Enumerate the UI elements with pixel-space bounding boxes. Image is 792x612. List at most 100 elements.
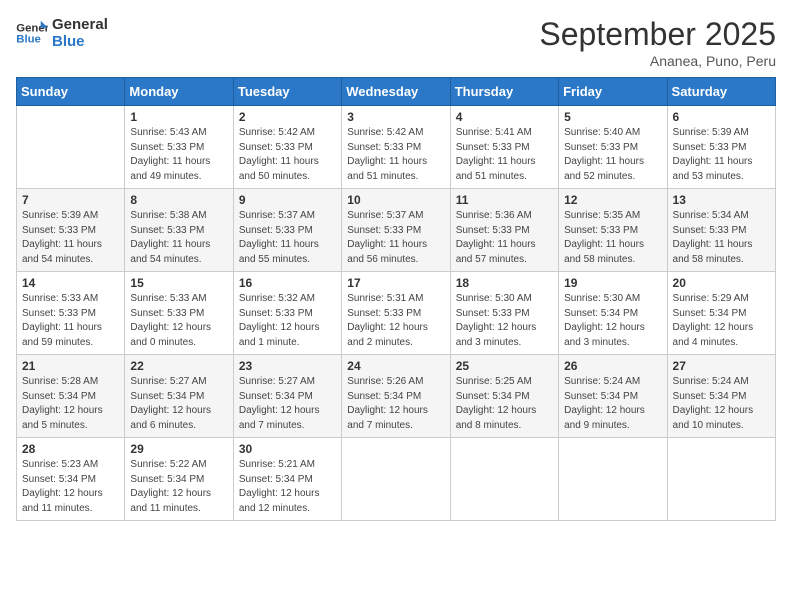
calendar-cell xyxy=(17,106,125,189)
calendar-cell: 14Sunrise: 5:33 AMSunset: 5:33 PMDayligh… xyxy=(17,272,125,355)
calendar-cell: 2 Sunrise: 5:42 AMSunset: 5:33 PMDaylight… xyxy=(233,106,341,189)
calendar-cell: 28 Sunrise: 5:23 AMSunset: 5:34 PMDayligh… xyxy=(17,438,125,521)
day-info: Sunrise: 5:30 AMSunset: 5:34 PMDaylight:… xyxy=(564,292,661,350)
week-row-3: 14Sunrise: 5:33 AMSunset: 5:33 PMDayligh… xyxy=(17,272,776,355)
day-info: Sunrise: 5:39 AMSunset: 5:33 PMDaylight:… xyxy=(673,126,770,184)
week-row-1: 1Sunrise: 5:43 AMSunset: 5:33 PMDaylight… xyxy=(17,106,776,189)
day-number: 3 xyxy=(347,110,444,124)
day-number: 19 xyxy=(564,276,661,290)
day-info: Sunrise: 5:23 AMSunset: 5:34 PMDaylight:… xyxy=(22,458,119,516)
day-number: 4 xyxy=(456,110,553,124)
calendar-cell: 29 Sunrise: 5:22 AMSunset: 5:34 PMDayligh… xyxy=(125,438,233,521)
day-info: Sunrise: 5:29 AMSunset: 5:34 PMDaylight:… xyxy=(673,292,770,350)
page-header: General Blue General Blue September 2025… xyxy=(16,16,776,69)
day-number: 29 xyxy=(130,442,227,456)
day-number: 2 xyxy=(239,110,336,124)
location: Ananea, Puno, Peru xyxy=(539,53,776,69)
day-number: 18 xyxy=(456,276,553,290)
day-number: 28 xyxy=(22,442,119,456)
calendar-cell: 19 Sunrise: 5:30 AMSunset: 5:34 PMDayligh… xyxy=(559,272,667,355)
day-info: Sunrise: 5:37 AMSunset: 5:33 PMDaylight:… xyxy=(347,209,444,267)
weekday-header-saturday: Saturday xyxy=(667,78,775,106)
weekday-header-wednesday: Wednesday xyxy=(342,78,450,106)
calendar-cell: 7 Sunrise: 5:39 AMSunset: 5:33 PMDaylight… xyxy=(17,189,125,272)
week-row-2: 7 Sunrise: 5:39 AMSunset: 5:33 PMDaylight… xyxy=(17,189,776,272)
logo-blue-text: Blue xyxy=(52,33,108,50)
day-info: Sunrise: 5:28 AMSunset: 5:34 PMDaylight:… xyxy=(22,375,119,433)
logo-icon: General Blue xyxy=(16,19,48,47)
calendar-cell: 17 Sunrise: 5:31 AMSunset: 5:33 PMDayligh… xyxy=(342,272,450,355)
day-number: 26 xyxy=(564,359,661,373)
calendar-cell: 24 Sunrise: 5:26 AMSunset: 5:34 PMDayligh… xyxy=(342,355,450,438)
day-info: Sunrise: 5:36 AMSunset: 5:33 PMDaylight:… xyxy=(456,209,553,267)
calendar-cell: 3Sunrise: 5:42 AMSunset: 5:33 PMDaylight… xyxy=(342,106,450,189)
weekday-header-sunday: Sunday xyxy=(17,78,125,106)
calendar-table: SundayMondayTuesdayWednesdayThursdayFrid… xyxy=(16,77,776,521)
calendar-cell: 13Sunrise: 5:34 AMSunset: 5:33 PMDayligh… xyxy=(667,189,775,272)
day-number: 16 xyxy=(239,276,336,290)
calendar-cell: 12 Sunrise: 5:35 AMSunset: 5:33 PMDayligh… xyxy=(559,189,667,272)
calendar-cell: 30Sunrise: 5:21 AMSunset: 5:34 PMDayligh… xyxy=(233,438,341,521)
calendar-cell: 10 Sunrise: 5:37 AMSunset: 5:33 PMDayligh… xyxy=(342,189,450,272)
month-title: September 2025 xyxy=(539,16,776,53)
logo-general-text: General xyxy=(52,16,108,33)
day-info: Sunrise: 5:25 AMSunset: 5:34 PMDaylight:… xyxy=(456,375,553,433)
calendar-cell xyxy=(450,438,558,521)
calendar-cell: 18 Sunrise: 5:30 AMSunset: 5:33 PMDayligh… xyxy=(450,272,558,355)
calendar-cell: 27Sunrise: 5:24 AMSunset: 5:34 PMDayligh… xyxy=(667,355,775,438)
day-number: 8 xyxy=(130,193,227,207)
day-number: 13 xyxy=(673,193,770,207)
day-info: Sunrise: 5:22 AMSunset: 5:34 PMDaylight:… xyxy=(130,458,227,516)
weekday-header-row: SundayMondayTuesdayWednesdayThursdayFrid… xyxy=(17,78,776,106)
weekday-header-friday: Friday xyxy=(559,78,667,106)
day-number: 30 xyxy=(239,442,336,456)
calendar-cell: 21 Sunrise: 5:28 AMSunset: 5:34 PMDayligh… xyxy=(17,355,125,438)
calendar-cell: 8 Sunrise: 5:38 AMSunset: 5:33 PMDaylight… xyxy=(125,189,233,272)
calendar-cell: 4 Sunrise: 5:41 AMSunset: 5:33 PMDaylight… xyxy=(450,106,558,189)
calendar-cell: 11 Sunrise: 5:36 AMSunset: 5:33 PMDayligh… xyxy=(450,189,558,272)
day-number: 24 xyxy=(347,359,444,373)
day-number: 17 xyxy=(347,276,444,290)
calendar-cell: 23Sunrise: 5:27 AMSunset: 5:34 PMDayligh… xyxy=(233,355,341,438)
day-number: 21 xyxy=(22,359,119,373)
calendar-cell: 9 Sunrise: 5:37 AMSunset: 5:33 PMDaylight… xyxy=(233,189,341,272)
day-number: 11 xyxy=(456,193,553,207)
day-info: Sunrise: 5:37 AMSunset: 5:33 PMDaylight:… xyxy=(239,209,336,267)
day-number: 7 xyxy=(22,193,119,207)
calendar-cell: 16Sunrise: 5:32 AMSunset: 5:33 PMDayligh… xyxy=(233,272,341,355)
day-number: 22 xyxy=(130,359,227,373)
day-info: Sunrise: 5:33 AMSunset: 5:33 PMDaylight:… xyxy=(130,292,227,350)
calendar-cell: 20 Sunrise: 5:29 AMSunset: 5:34 PMDayligh… xyxy=(667,272,775,355)
calendar-cell xyxy=(342,438,450,521)
weekday-header-tuesday: Tuesday xyxy=(233,78,341,106)
day-info: Sunrise: 5:42 AMSunset: 5:33 PMDaylight:… xyxy=(239,126,336,184)
calendar-cell xyxy=(667,438,775,521)
day-number: 20 xyxy=(673,276,770,290)
day-info: Sunrise: 5:35 AMSunset: 5:33 PMDaylight:… xyxy=(564,209,661,267)
weekday-header-thursday: Thursday xyxy=(450,78,558,106)
day-info: Sunrise: 5:39 AMSunset: 5:33 PMDaylight:… xyxy=(22,209,119,267)
calendar-cell: 5Sunrise: 5:40 AMSunset: 5:33 PMDaylight… xyxy=(559,106,667,189)
day-info: Sunrise: 5:41 AMSunset: 5:33 PMDaylight:… xyxy=(456,126,553,184)
calendar-cell: 26 Sunrise: 5:24 AMSunset: 5:34 PMDayligh… xyxy=(559,355,667,438)
day-info: Sunrise: 5:30 AMSunset: 5:33 PMDaylight:… xyxy=(456,292,553,350)
day-info: Sunrise: 5:24 AMSunset: 5:34 PMDaylight:… xyxy=(673,375,770,433)
day-info: Sunrise: 5:31 AMSunset: 5:33 PMDaylight:… xyxy=(347,292,444,350)
day-number: 10 xyxy=(347,193,444,207)
week-row-4: 21 Sunrise: 5:28 AMSunset: 5:34 PMDayligh… xyxy=(17,355,776,438)
calendar-cell: 15 Sunrise: 5:33 AMSunset: 5:33 PMDayligh… xyxy=(125,272,233,355)
day-number: 15 xyxy=(130,276,227,290)
day-number: 12 xyxy=(564,193,661,207)
day-info: Sunrise: 5:24 AMSunset: 5:34 PMDaylight:… xyxy=(564,375,661,433)
day-info: Sunrise: 5:27 AMSunset: 5:34 PMDaylight:… xyxy=(130,375,227,433)
logo: General Blue General Blue xyxy=(16,16,108,51)
week-row-5: 28 Sunrise: 5:23 AMSunset: 5:34 PMDayligh… xyxy=(17,438,776,521)
day-number: 6 xyxy=(673,110,770,124)
day-info: Sunrise: 5:38 AMSunset: 5:33 PMDaylight:… xyxy=(130,209,227,267)
day-info: Sunrise: 5:26 AMSunset: 5:34 PMDaylight:… xyxy=(347,375,444,433)
calendar-cell: 22 Sunrise: 5:27 AMSunset: 5:34 PMDayligh… xyxy=(125,355,233,438)
day-number: 5 xyxy=(564,110,661,124)
calendar-cell: 1Sunrise: 5:43 AMSunset: 5:33 PMDaylight… xyxy=(125,106,233,189)
day-number: 9 xyxy=(239,193,336,207)
calendar-cell: 25Sunrise: 5:25 AMSunset: 5:34 PMDayligh… xyxy=(450,355,558,438)
